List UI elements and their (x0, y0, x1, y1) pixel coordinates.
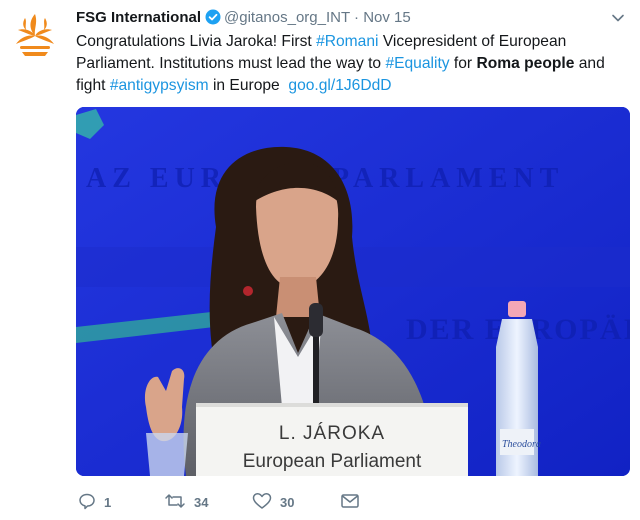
reply-button[interactable]: 1 (78, 492, 111, 512)
text-segment: for (449, 55, 477, 72)
retweet-count: 34 (194, 494, 209, 510)
tweet: FSG International @gitanos_org_INT · Nov … (0, 0, 640, 520)
tweet-text: Congratulations Livia Jaroka! First #Rom… (76, 31, 628, 97)
direct-message-button[interactable] (340, 492, 368, 512)
verified-badge-icon (205, 9, 221, 31)
text-segment: in Europe (208, 77, 289, 94)
tweet-media-photo[interactable]: AZ EURÓPAI PARLAMENT DER EUROPÄISCHE (76, 107, 630, 476)
text-segment: Congratulations Livia Jaroka! First (76, 33, 317, 50)
hashtag-romani[interactable]: #Romani (316, 33, 378, 50)
envelope-icon (340, 492, 368, 513)
display-name[interactable]: FSG International (76, 9, 201, 26)
nameplate-name: L. JÁROKA (279, 423, 385, 444)
hashtag-equality[interactable]: #Equality (385, 55, 449, 72)
reply-icon (78, 492, 104, 513)
heart-icon (252, 492, 280, 513)
bold-text: Roma people (476, 55, 575, 72)
tweet-link[interactable]: goo.gl/1J6DdD (288, 77, 391, 94)
retweet-icon (164, 492, 194, 513)
tweet-date[interactable]: Nov 15 (363, 9, 411, 26)
separator: · (354, 9, 360, 26)
hashtag-antigypsyism[interactable]: #antigypsyism (110, 77, 209, 94)
chevron-down-icon[interactable] (610, 10, 626, 26)
reply-count: 1 (104, 494, 112, 510)
bottle-label: Theodora (502, 439, 541, 450)
retweet-button[interactable]: 34 (164, 492, 208, 512)
user-handle[interactable]: @gitanos_org_INT (224, 9, 350, 26)
like-count: 30 (280, 494, 295, 510)
tweet-header: FSG International @gitanos_org_INT · Nov … (76, 8, 411, 31)
nameplate-title: European Parliament (243, 451, 422, 472)
like-button[interactable]: 30 (252, 492, 294, 512)
fsg-flame-logo[interactable] (8, 8, 62, 62)
